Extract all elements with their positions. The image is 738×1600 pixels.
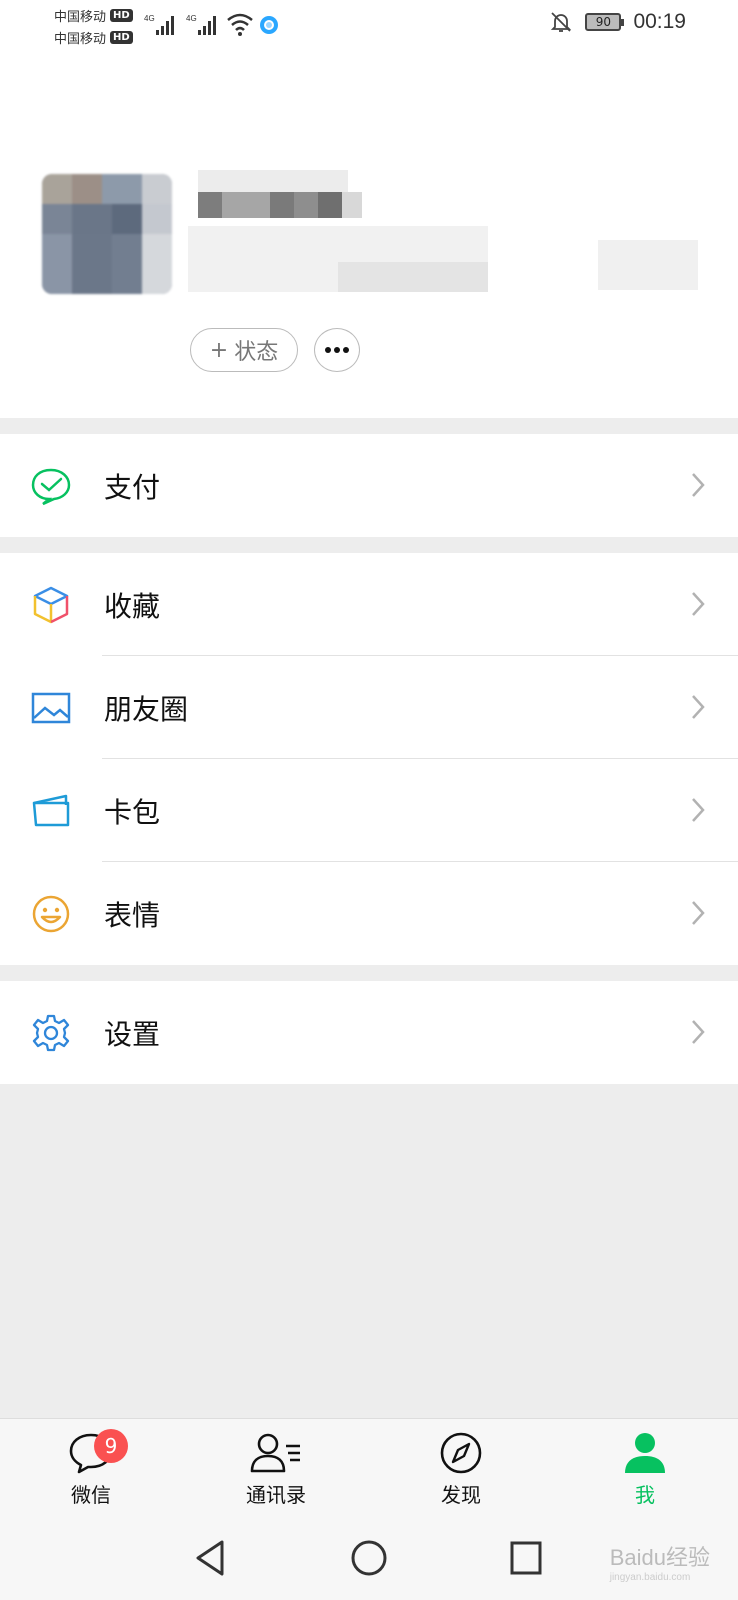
favorites-label: 收藏: [104, 589, 161, 623]
more-button[interactable]: [314, 328, 360, 372]
system-navigation-bar: Baidu经验 jingyan.baidu.com: [0, 1518, 738, 1600]
watermark-text: Baidu经验: [609, 1545, 710, 1570]
contacts-icon: [250, 1433, 300, 1473]
chevron-right-icon: [692, 592, 705, 616]
person-icon: [625, 1433, 665, 1473]
gear-icon: [32, 1014, 70, 1052]
carrier-2: 中国移动 HD: [54, 28, 133, 47]
nickname-redacted: [188, 170, 708, 298]
status-right: 90 00:19: [549, 10, 686, 34]
menu-item-pay[interactable]: 支付: [0, 434, 738, 537]
chevron-right-icon: [692, 1020, 705, 1044]
carrier-2-label: 中国移动: [54, 32, 107, 47]
menu-item-moments[interactable]: 朋友圈: [0, 656, 738, 759]
tab-discover[interactable]: 发现: [406, 1431, 516, 1508]
tab-chats-label: 微信: [71, 1483, 111, 1507]
plus-icon: +: [209, 337, 229, 363]
image-icon: [31, 692, 71, 724]
pay-icon: [31, 468, 71, 506]
menu-group-pay: 支付: [0, 434, 738, 537]
menu-item-stickers[interactable]: 表情: [0, 862, 738, 965]
watermark: Baidu经验 jingyan.baidu.com: [610, 1540, 710, 1583]
tab-me-label: 我: [635, 1483, 655, 1507]
hd-badge-2: HD: [110, 31, 133, 44]
menu-item-settings[interactable]: 设置: [0, 981, 738, 1084]
moments-label: 朋友圈: [104, 692, 189, 726]
chevron-right-icon: [692, 901, 705, 925]
app-notification-icon: [260, 16, 278, 34]
back-triangle-icon[interactable]: [192, 1538, 228, 1578]
unread-badge: 9: [94, 1429, 128, 1463]
bell-muted-icon: [551, 12, 572, 32]
chevron-right-icon: [692, 473, 705, 497]
more-dots-icon: [325, 347, 349, 353]
profile-header: + 状态: [0, 52, 738, 418]
carrier-1-label: 中国移动: [54, 10, 107, 25]
menu-item-favorites[interactable]: 收藏: [0, 553, 738, 656]
chevron-right-icon: [692, 798, 705, 822]
carrier-1: 中国移动 HD: [54, 6, 133, 25]
menu-group-settings: 设置: [0, 981, 738, 1084]
cube-icon: [33, 586, 69, 624]
add-status-button[interactable]: + 状态: [190, 328, 298, 372]
tab-contacts[interactable]: 通讯录: [221, 1431, 331, 1508]
bottom-tab-bar: 9 微信 通讯录 发现 我: [0, 1418, 738, 1518]
clock: 00:19: [633, 10, 686, 33]
signal-icon-2: 4G: [186, 14, 216, 35]
home-circle-icon[interactable]: [350, 1538, 388, 1578]
compass-icon: [440, 1432, 482, 1474]
status-bar: 中国移动 HD 中国移动 HD 4G 4G 90 00:19: [0, 0, 738, 52]
settings-label: 设置: [104, 1017, 161, 1051]
avatar[interactable]: [42, 174, 172, 294]
menu-item-cards[interactable]: 卡包: [0, 759, 738, 862]
tab-contacts-label: 通讯录: [246, 1483, 306, 1507]
stickers-label: 表情: [104, 898, 161, 932]
menu-group-main: 收藏 朋友圈 卡包 表情: [0, 553, 738, 965]
cards-label: 卡包: [104, 795, 161, 829]
tab-me[interactable]: 我: [590, 1431, 700, 1508]
chevron-right-icon: [692, 695, 705, 719]
card-wallet-icon: [32, 794, 70, 827]
signal-icon-1: 4G: [144, 14, 174, 35]
signal-1-net-label: 4G: [144, 14, 155, 23]
add-status-label: 状态: [234, 340, 279, 365]
watermark-url: jingyan.baidu.com: [609, 1572, 691, 1583]
smiley-icon: [32, 895, 70, 933]
pay-label: 支付: [104, 470, 161, 504]
signal-2-net-label: 4G: [186, 14, 197, 23]
recents-square-icon[interactable]: [508, 1538, 544, 1578]
wifi-icon: [227, 13, 253, 36]
tab-discover-label: 发现: [441, 1483, 481, 1507]
battery-indicator: 90: [585, 13, 625, 31]
tab-chats[interactable]: 9 微信: [36, 1429, 146, 1508]
hd-badge-1: HD: [110, 9, 133, 22]
